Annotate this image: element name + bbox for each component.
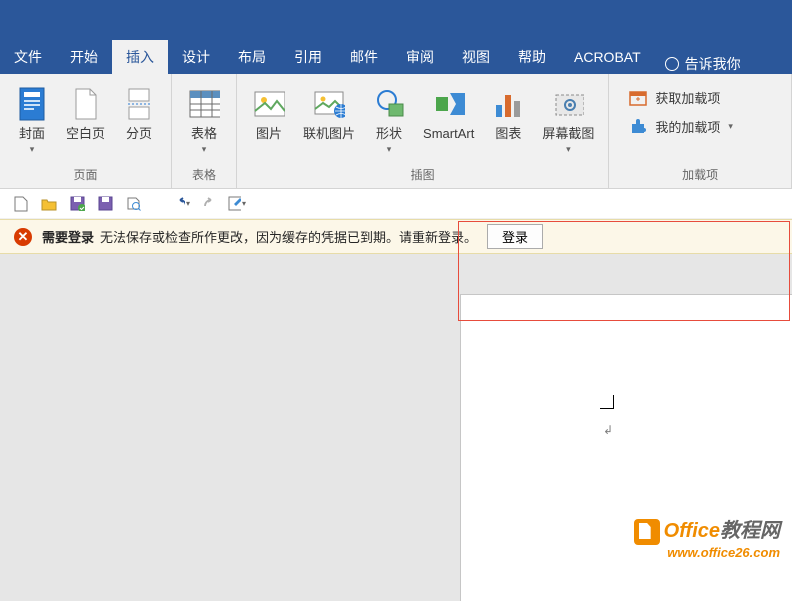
chevron-down-icon: ▾ bbox=[387, 144, 392, 155]
screenshot-label: 屏幕截图 bbox=[542, 126, 594, 142]
group-tables: 表格 ▾ 表格 bbox=[172, 74, 237, 188]
chart-icon bbox=[492, 84, 524, 124]
watermark-brand: Office bbox=[664, 520, 720, 542]
tab-review[interactable]: 审阅 bbox=[392, 40, 448, 74]
table-label: 表格 bbox=[191, 126, 217, 142]
cover-page-icon bbox=[16, 84, 48, 124]
page-break-icon bbox=[123, 84, 155, 124]
shapes-label: 形状 bbox=[376, 126, 402, 142]
chevron-down-icon: ▾ bbox=[566, 144, 571, 155]
message-title: 需要登录 bbox=[42, 227, 94, 246]
tab-design[interactable]: 设计 bbox=[168, 40, 224, 74]
tab-references[interactable]: 引用 bbox=[280, 40, 336, 74]
get-addins-label: 获取加载项 bbox=[655, 88, 720, 107]
group-tables-label: 表格 bbox=[192, 166, 216, 186]
picture-button[interactable]: 图片 bbox=[245, 82, 293, 144]
store-icon bbox=[629, 89, 647, 107]
undo-button[interactable]: ▾ bbox=[172, 195, 190, 213]
chevron-down-icon: ▾ bbox=[30, 144, 35, 155]
page-break-button[interactable]: 分页 bbox=[115, 82, 163, 144]
cover-page-button[interactable]: 封面 ▾ bbox=[8, 82, 56, 157]
paragraph-mark: ↲ bbox=[603, 423, 613, 437]
message-body: 无法保存或检查所作更改，因为缓存的凭据已到期。请重新登录。 bbox=[100, 227, 477, 246]
my-addins-label: 我的加载项 bbox=[655, 117, 720, 136]
print-preview-button[interactable] bbox=[124, 195, 142, 213]
ribbon: 封面 ▾ 空白页 分页 页面 表格 bbox=[0, 74, 792, 189]
tab-acrobat[interactable]: ACROBAT bbox=[560, 40, 655, 74]
open-button[interactable] bbox=[40, 195, 58, 213]
shapes-button[interactable]: 形状 ▾ bbox=[365, 82, 413, 157]
redo-button[interactable] bbox=[200, 195, 218, 213]
ribbon-tabs: 文件 开始 插入 设计 布局 引用 邮件 审阅 视图 帮助 ACROBAT 告诉… bbox=[0, 40, 792, 74]
new-doc-button[interactable] bbox=[12, 195, 30, 213]
my-addins-button[interactable]: 我的加载项 ▾ bbox=[629, 117, 771, 136]
tab-layout[interactable]: 布局 bbox=[224, 40, 280, 74]
tab-insert[interactable]: 插入 bbox=[112, 40, 168, 74]
tab-home[interactable]: 开始 bbox=[56, 40, 112, 74]
page-break-label: 分页 bbox=[126, 126, 152, 142]
customize-button[interactable]: ▾ bbox=[228, 195, 246, 213]
watermark-url: www.office26.com bbox=[634, 545, 780, 560]
screenshot-button[interactable]: 屏幕截图 ▾ bbox=[536, 82, 600, 157]
tab-file[interactable]: 文件 bbox=[0, 40, 56, 74]
group-pages: 封面 ▾ 空白页 分页 页面 bbox=[0, 74, 172, 188]
online-picture-label: 联机图片 bbox=[303, 126, 355, 142]
online-picture-button[interactable]: 联机图片 bbox=[297, 82, 361, 144]
chart-label: 图表 bbox=[495, 126, 521, 142]
tab-mailings[interactable]: 邮件 bbox=[336, 40, 392, 74]
lightbulb-icon bbox=[665, 57, 679, 71]
tell-me-text: 告诉我你 bbox=[685, 54, 741, 74]
picture-label: 图片 bbox=[256, 126, 282, 142]
table-icon bbox=[188, 84, 220, 124]
group-pages-label: 页面 bbox=[74, 166, 98, 186]
message-bar: ✕ 需要登录 无法保存或检查所作更改，因为缓存的凭据已到期。请重新登录。 登录 bbox=[0, 219, 792, 254]
cover-page-label: 封面 bbox=[19, 126, 45, 142]
online-picture-icon bbox=[313, 84, 345, 124]
title-bar bbox=[0, 0, 792, 40]
chevron-down-icon: ▾ bbox=[202, 144, 207, 155]
login-button[interactable]: 登录 bbox=[487, 224, 543, 249]
group-illustrations-label: 插图 bbox=[411, 166, 435, 186]
addins-icon bbox=[629, 118, 647, 136]
save-as-button[interactable] bbox=[96, 195, 114, 213]
table-button[interactable]: 表格 ▾ bbox=[180, 82, 228, 157]
group-illustrations: 图片 联机图片 形状 ▾ SmartArt bbox=[237, 74, 609, 188]
tab-view[interactable]: 视图 bbox=[448, 40, 504, 74]
shapes-icon bbox=[373, 84, 405, 124]
smartart-icon bbox=[433, 84, 465, 124]
blank-page-icon bbox=[70, 84, 102, 124]
watermark-icon bbox=[634, 519, 660, 545]
watermark: Office教程网 www.office26.com bbox=[634, 514, 780, 560]
tab-help[interactable]: 帮助 bbox=[504, 40, 560, 74]
cursor-indicator bbox=[600, 395, 614, 409]
error-icon: ✕ bbox=[14, 228, 32, 246]
get-addins-button[interactable]: 获取加载项 bbox=[629, 88, 771, 107]
chart-button[interactable]: 图表 bbox=[484, 82, 532, 144]
watermark-suffix: 教程网 bbox=[720, 520, 780, 542]
tell-me[interactable]: 告诉我你 bbox=[655, 54, 751, 74]
group-addins: 获取加载项 我的加载项 ▾ 加载项 bbox=[609, 74, 792, 188]
group-addins-label: 加载项 bbox=[682, 166, 718, 186]
screenshot-icon bbox=[552, 84, 584, 124]
smartart-button[interactable]: SmartArt bbox=[417, 82, 480, 144]
blank-page-button[interactable]: 空白页 bbox=[60, 82, 111, 144]
blank-page-label: 空白页 bbox=[66, 126, 105, 142]
quick-access-toolbar: ▾ ▾ bbox=[0, 189, 792, 219]
picture-icon bbox=[253, 84, 285, 124]
save-button[interactable] bbox=[68, 195, 86, 213]
chevron-down-icon: ▾ bbox=[728, 121, 733, 132]
smartart-label: SmartArt bbox=[423, 126, 474, 142]
